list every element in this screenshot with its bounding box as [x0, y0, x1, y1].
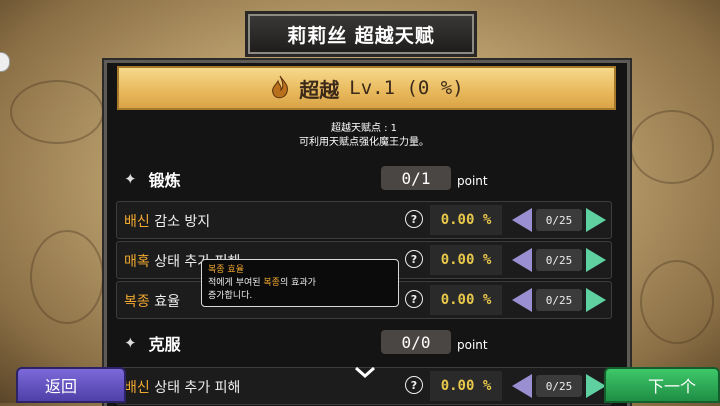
talent-value: 0.00 %: [430, 245, 502, 275]
help-icon[interactable]: ?: [405, 290, 423, 308]
talent-keyword: 배신: [124, 214, 150, 230]
increase-arrow-icon[interactable]: [586, 248, 606, 272]
banner-title: 超越: [299, 77, 340, 102]
talent-keyword: 매혹: [124, 254, 150, 270]
map-decoration: [10, 80, 104, 144]
decrease-arrow-icon[interactable]: [512, 288, 532, 312]
map-decoration: [640, 260, 714, 344]
level-count: 0/25: [536, 375, 582, 397]
talent-points-info: 超越天赋点 : 1: [330, 123, 398, 134]
talent-name: 복종 효율: [124, 291, 180, 311]
level-count: 0/25: [536, 289, 582, 311]
talent-value: 0.00 %: [430, 371, 502, 401]
tooltip: 복종 효율 적에게 부여된 복종의 효과가 증가합니다.: [201, 259, 399, 307]
increase-arrow-icon[interactable]: [586, 208, 606, 232]
tooltip-title: 복종 효율: [208, 265, 244, 275]
level-stepper: 0/25: [512, 247, 606, 273]
talent-value: 0.00 %: [430, 205, 502, 235]
talent-keyword: 복종: [124, 294, 150, 310]
level-stepper: 0/25: [512, 287, 606, 313]
talent-description: 可利用天赋点强化魔王力量。: [299, 137, 429, 148]
back-button[interactable]: 返回: [16, 367, 126, 403]
map-decoration: [630, 110, 714, 184]
points-label: point: [457, 338, 488, 352]
diamond-icon: ✦: [124, 170, 137, 188]
banner-level: Lv.1 (0 %): [349, 77, 464, 99]
level-count: 0/25: [536, 249, 582, 271]
section-points: 0/0: [381, 330, 451, 354]
talent-name-rest: 상태 추가 피해: [149, 380, 241, 396]
talent-name-rest: 효율: [149, 294, 180, 310]
tooltip-line: 적에게 부여된 복종의 효과가: [208, 278, 316, 288]
section-label: 克服: [148, 335, 181, 354]
level-count: 0/25: [536, 209, 582, 231]
level-banner: 超越 Lv.1 (0 %): [117, 66, 616, 110]
chevron-down-icon[interactable]: [354, 365, 376, 379]
section-label: 锻炼: [148, 171, 181, 190]
diamond-icon: ✦: [124, 334, 137, 352]
next-button[interactable]: 下一个: [604, 367, 720, 403]
talent-name-rest: 감소 방지: [149, 214, 211, 230]
help-icon[interactable]: ?: [405, 250, 423, 268]
talent-value: 0.00 %: [430, 285, 502, 315]
points-label: point: [457, 174, 488, 188]
decrease-arrow-icon[interactable]: [512, 374, 532, 398]
level-stepper: 0/25: [512, 207, 606, 233]
talent-keyword: 배신: [124, 380, 150, 396]
page-title: 莉莉丝 超越天赋: [248, 14, 474, 54]
flame-icon: [272, 75, 289, 99]
talent-row: 배신 감소 방지 ? 0.00 % 0/25: [116, 201, 612, 239]
talent-name: 배신 상태 추가 피해: [124, 377, 240, 397]
decrease-arrow-icon[interactable]: [512, 248, 532, 272]
help-icon[interactable]: ?: [405, 376, 423, 394]
level-stepper: 0/25: [512, 373, 606, 399]
talent-name: 배신 감소 방지: [124, 211, 210, 231]
side-handle[interactable]: [0, 52, 10, 72]
tooltip-line: 증가합니다.: [208, 291, 253, 301]
increase-arrow-icon[interactable]: [586, 288, 606, 312]
section-title: ✦ 克服: [124, 331, 181, 355]
help-icon[interactable]: ?: [405, 210, 423, 228]
section-points: 0/1: [381, 166, 451, 190]
section-title: ✦ 锻炼: [124, 167, 181, 191]
decrease-arrow-icon[interactable]: [512, 208, 532, 232]
map-decoration: [30, 230, 104, 324]
increase-arrow-icon[interactable]: [586, 374, 606, 398]
